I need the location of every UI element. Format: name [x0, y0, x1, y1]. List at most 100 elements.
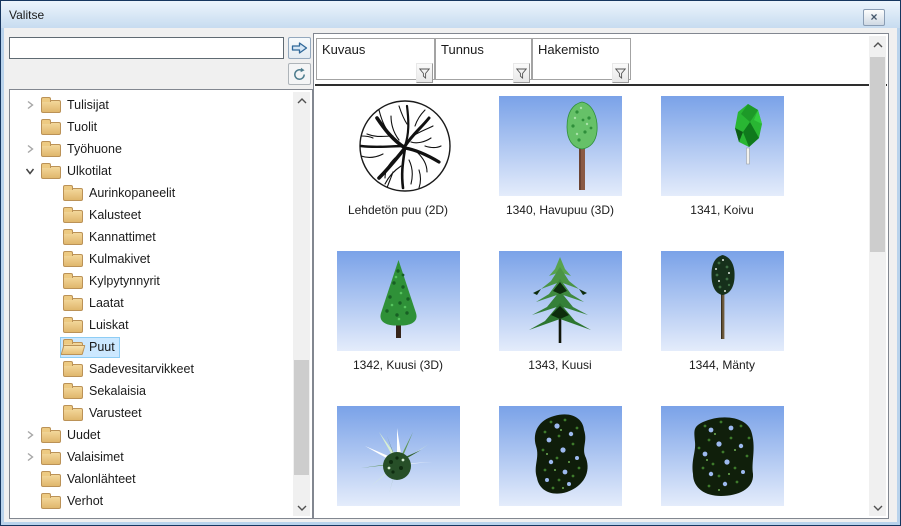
- tree-item-ulkotilat[interactable]: Ulkotilat: [10, 160, 293, 182]
- folder-tree: Tulisijat Tuolit Työhuone Ulkotilat Auri…: [9, 89, 313, 519]
- dark-bush-thumbnail[interactable]: [661, 406, 784, 506]
- filter-icon: [419, 68, 430, 79]
- tree-item-label: Työhuone: [67, 142, 122, 156]
- chevron-right-icon[interactable]: [22, 427, 38, 443]
- grid-item-koivu[interactable]: 1341, Koivu: [641, 90, 803, 245]
- column-header-kuvaus[interactable]: Kuvaus: [316, 38, 435, 80]
- tree-item-tyohuone[interactable]: Työhuone: [10, 138, 293, 160]
- search-input[interactable]: [9, 37, 284, 59]
- grid-item-manty[interactable]: 1344, Mänty: [641, 245, 803, 400]
- folder-icon: [63, 408, 83, 421]
- tree-item-kulmakivet[interactable]: Kulmakivet: [10, 248, 293, 270]
- folder-icon: [41, 144, 61, 157]
- tree-item-label: Verhot: [67, 494, 103, 508]
- items-grid: Lehdetön puu (2D): [317, 90, 827, 519]
- arrow-right-icon: [291, 41, 308, 55]
- leafless-tree-2d-thumbnail[interactable]: [337, 96, 460, 196]
- folder-icon: [63, 254, 83, 267]
- column-header-label: Hakemisto: [538, 42, 599, 57]
- titlebar[interactable]: Valitse ×: [1, 1, 900, 28]
- tree-item-uudet[interactable]: Uudet: [10, 424, 293, 446]
- chevron-right-icon[interactable]: [22, 141, 38, 157]
- select-dialog: Valitse × Tulisijat: [0, 0, 901, 526]
- grid-item-kuusi[interactable]: 1343, Kuusi: [479, 245, 641, 400]
- tree-scrollbar[interactable]: [293, 92, 310, 516]
- tree-item-sekalaisia[interactable]: Sekalaisia: [10, 380, 293, 402]
- items-scrollbar-thumb[interactable]: [870, 57, 885, 252]
- frame-edge: [897, 28, 900, 525]
- birch-thumbnail[interactable]: [661, 96, 784, 196]
- tree-item-label: Aurinkopaneelit: [89, 186, 175, 200]
- tree-item-label: Tulisijat: [67, 98, 109, 112]
- folder-icon: [41, 166, 61, 179]
- tree-item-aurinkopaneelit[interactable]: Aurinkopaneelit: [10, 182, 293, 204]
- items-scrollbar[interactable]: [869, 36, 886, 516]
- search-go-button[interactable]: [288, 37, 311, 59]
- spruce-layered-thumbnail[interactable]: [499, 251, 622, 351]
- tree-item-kalusteet[interactable]: Kalusteet: [10, 204, 293, 226]
- grid-item-label: 1342, Kuusi (3D): [317, 358, 479, 372]
- tree-item-label: Kulmakivet: [89, 252, 150, 266]
- tree-item-label: Valaisimet: [67, 450, 124, 464]
- grid-item-kuusi-3d[interactable]: 1342, Kuusi (3D): [317, 245, 479, 400]
- window-title: Valitse: [9, 8, 44, 22]
- filter-icon: [516, 68, 527, 79]
- refresh-button[interactable]: [288, 63, 311, 85]
- scroll-up-icon[interactable]: [869, 36, 886, 53]
- folder-icon: [41, 452, 61, 465]
- tree-scrollbar-thumb[interactable]: [294, 360, 309, 475]
- filter-button[interactable]: [416, 63, 433, 83]
- scroll-up-icon[interactable]: [293, 92, 310, 109]
- conifer-3d-thumbnail[interactable]: [499, 96, 622, 196]
- tree-item-label: Laatat: [89, 296, 124, 310]
- chevron-right-icon[interactable]: [22, 97, 38, 113]
- spiky-shrub-thumbnail[interactable]: [337, 406, 460, 506]
- close-button[interactable]: ×: [863, 9, 885, 26]
- tree-item-label: Puut: [89, 340, 115, 354]
- frame-edge: [1, 28, 4, 525]
- refresh-icon: [292, 67, 307, 82]
- pine-thumbnail[interactable]: [661, 251, 784, 351]
- folder-icon: [41, 430, 61, 443]
- header-divider: [315, 84, 887, 86]
- folder-icon: [63, 276, 83, 289]
- column-header-tunnus[interactable]: Tunnus: [435, 38, 532, 80]
- chevron-right-icon[interactable]: [22, 449, 38, 465]
- tree-item-laatat[interactable]: Laatat: [10, 292, 293, 314]
- tree-item-tuolit[interactable]: Tuolit: [10, 116, 293, 138]
- grid-item-lehdeton-puu[interactable]: Lehdetön puu (2D): [317, 90, 479, 245]
- chevron-down-icon[interactable]: [22, 163, 38, 179]
- filter-button[interactable]: [513, 63, 530, 83]
- scroll-down-icon[interactable]: [293, 499, 310, 516]
- spruce-cone-3d-thumbnail[interactable]: [337, 251, 460, 351]
- tree-item-verhot[interactable]: Verhot: [10, 490, 293, 512]
- folder-icon: [63, 386, 83, 399]
- folder-icon: [41, 122, 61, 135]
- tree-item-kylpytynnyrit[interactable]: Kylpytynnyrit: [10, 270, 293, 292]
- close-icon: ×: [864, 10, 884, 24]
- grid-item-bush-2[interactable]: [641, 400, 803, 519]
- tree-item-label: Sadevesitarvikkeet: [89, 362, 194, 376]
- scroll-down-icon[interactable]: [869, 499, 886, 516]
- dark-bush-thumbnail[interactable]: [499, 406, 622, 506]
- grid-item-bush-1[interactable]: [479, 400, 641, 519]
- tree-item-valonlahteet[interactable]: Valonlähteet: [10, 468, 293, 490]
- tree-item-sadevesitarvikkeet[interactable]: Sadevesitarvikkeet: [10, 358, 293, 380]
- tree-item-valaisimet[interactable]: Valaisimet: [10, 446, 293, 468]
- filter-button[interactable]: [612, 63, 629, 83]
- tree-item-luiskat[interactable]: Luiskat: [10, 314, 293, 336]
- tree-item-puut[interactable]: Puut: [10, 336, 293, 358]
- column-header-hakemisto[interactable]: Hakemisto: [532, 38, 631, 80]
- grid-item-shrub[interactable]: [317, 400, 479, 519]
- tree-item-label: Varusteet: [89, 406, 142, 420]
- grid-item-label: 1344, Mänty: [641, 358, 803, 372]
- grid-item-havupuu[interactable]: 1340, Havupuu (3D): [479, 90, 641, 245]
- tree-item-label: Kylpytynnyrit: [89, 274, 160, 288]
- tree-item-varusteet[interactable]: Varusteet: [10, 402, 293, 424]
- folder-icon: [41, 100, 61, 113]
- tree-item-kannattimet[interactable]: Kannattimet: [10, 226, 293, 248]
- tree-item-label: Kalusteet: [89, 208, 141, 222]
- grid-item-label: 1340, Havupuu (3D): [479, 203, 641, 217]
- tree-item-tulisijat[interactable]: Tulisijat: [10, 94, 293, 116]
- open-folder-icon: [63, 342, 83, 355]
